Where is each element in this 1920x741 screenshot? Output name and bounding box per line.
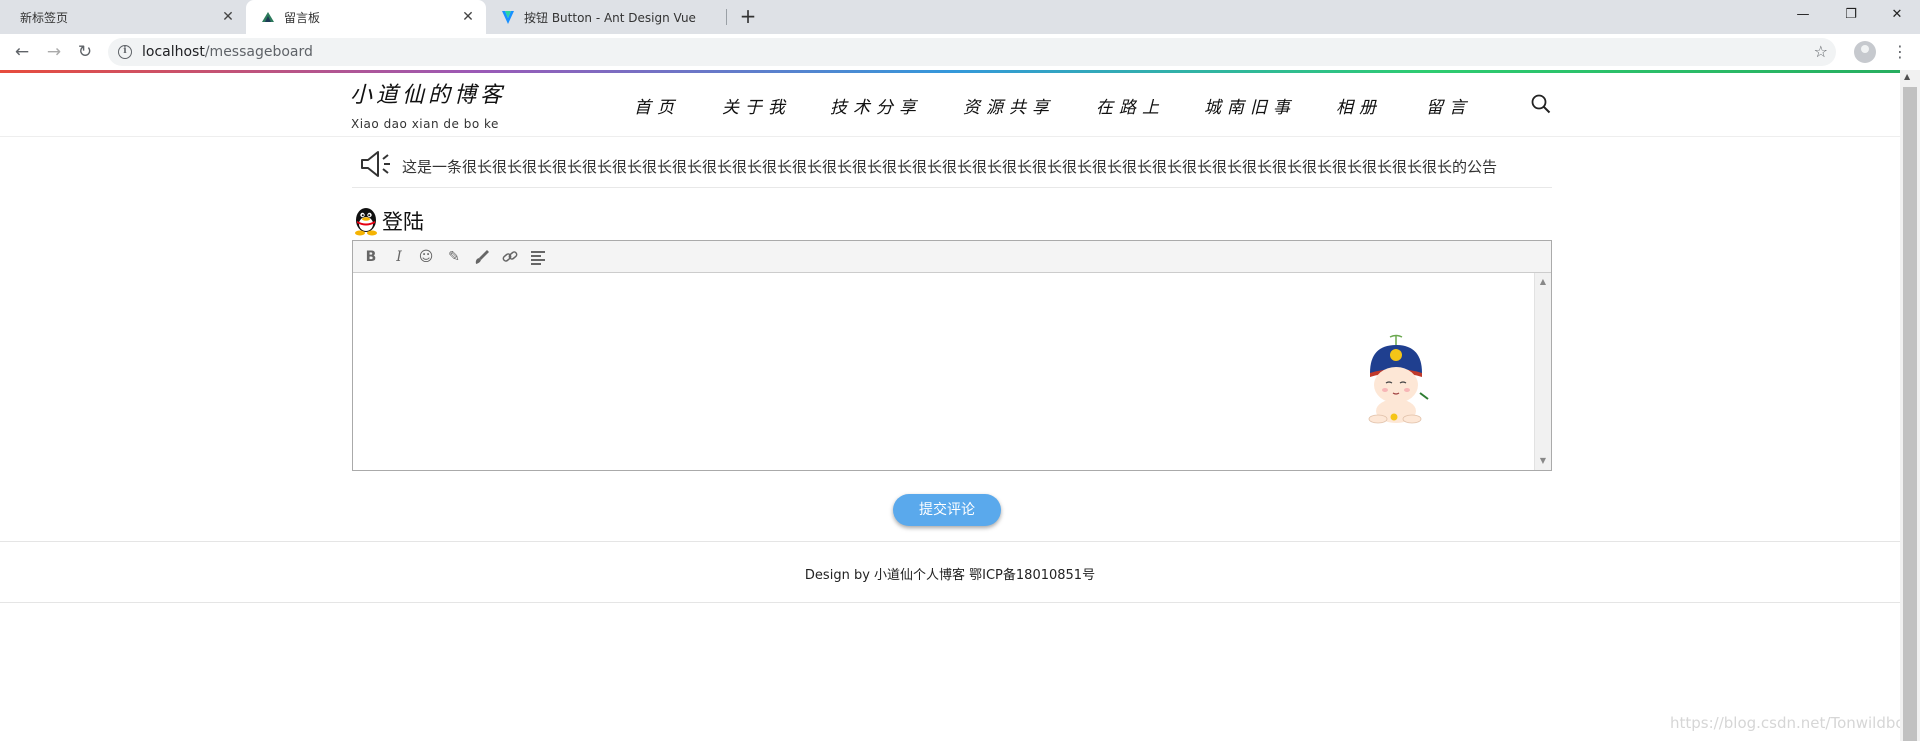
nav-item-old-stories[interactable]: 城南旧事 bbox=[1204, 93, 1296, 118]
site-logo-title[interactable]: 小道仙的博客 bbox=[350, 77, 506, 109]
new-tab-button[interactable]: + bbox=[736, 5, 760, 29]
profile-avatar-icon[interactable] bbox=[1854, 41, 1876, 63]
speaker-icon bbox=[361, 151, 390, 177]
tab-ant-design[interactable]: 按钮 Button - Ant Design Vue bbox=[486, 0, 726, 34]
site-header: 小道仙的博客 Xiao dao xian de bo ke 首页 关于我 技术分… bbox=[0, 73, 1900, 137]
restore-button[interactable]: ❐ bbox=[1828, 0, 1874, 30]
link-icon[interactable] bbox=[500, 248, 520, 266]
minimize-button[interactable]: — bbox=[1780, 0, 1826, 30]
submit-comment-button[interactable]: 提交评论 bbox=[893, 494, 1001, 526]
nav-item-about[interactable]: 关于我 bbox=[722, 93, 791, 118]
tab-title: 新标签页 bbox=[20, 10, 69, 25]
bold-button[interactable]: B bbox=[361, 248, 381, 266]
site-info-icon[interactable]: i bbox=[118, 45, 132, 59]
url-text: localhost/messageboard bbox=[142, 44, 313, 60]
tab-title: 留言板 bbox=[284, 10, 321, 25]
announcement-text: 这是一条很长很长很长很长很长很长很长很长很长很长很长很长很长很长很长很长很长很长… bbox=[402, 158, 1498, 176]
scroll-down-arrow-icon[interactable]: ▼ bbox=[1535, 454, 1551, 468]
antdv-favicon-icon bbox=[502, 11, 514, 24]
nav-item-tech[interactable]: 技术分享 bbox=[830, 93, 922, 118]
editor-toolbar: B I ☺ ✎ bbox=[353, 241, 1551, 273]
vue-favicon-icon bbox=[262, 12, 274, 22]
nav-item-resources[interactable]: 资源共享 bbox=[963, 93, 1055, 118]
page-viewport: 小道仙的博客 Xiao dao xian de bo ke 首页 关于我 技术分… bbox=[0, 70, 1920, 741]
login-label: 登陆 bbox=[382, 210, 424, 234]
nav-item-on-the-road[interactable]: 在路上 bbox=[1096, 93, 1165, 118]
back-button[interactable]: ← bbox=[10, 40, 34, 64]
tab-strip: 新标签页 ✕ 留言板 ✕ 按钮 Button - Ant Design Vue … bbox=[0, 0, 1920, 34]
site-logo-subtitle: Xiao dao xian de bo ke bbox=[351, 117, 499, 131]
italic-button[interactable]: I bbox=[389, 248, 409, 266]
qq-penguin-icon bbox=[355, 208, 377, 236]
forward-button[interactable]: → bbox=[42, 40, 66, 64]
brush-icon[interactable] bbox=[472, 248, 492, 266]
tab-messageboard[interactable]: 留言板 ✕ bbox=[246, 0, 486, 34]
url-path: /messageboard bbox=[204, 44, 313, 60]
footer-text: Design by 小道仙个人博客 鄂ICP备18010851号 bbox=[804, 568, 1096, 583]
tab-separator bbox=[726, 9, 727, 25]
message-editor: B I ☺ ✎ ▲ ▼ bbox=[352, 240, 1552, 471]
site-footer: Design by 小道仙个人博客 鄂ICP备18010851号 bbox=[0, 541, 1900, 603]
watermark-text: https://blog.csdn.net/Tonwildbos bbox=[1670, 714, 1913, 732]
close-tab-icon[interactable]: ✕ bbox=[220, 9, 236, 25]
page-scrollbar-thumb[interactable] bbox=[1903, 87, 1917, 741]
editor-content-area[interactable] bbox=[353, 273, 1533, 470]
url-host: localhost bbox=[142, 44, 205, 60]
close-tab-icon[interactable]: ✕ bbox=[460, 9, 476, 25]
browser-menu-icon[interactable]: ⋮ bbox=[1892, 40, 1908, 64]
scroll-up-arrow-icon[interactable]: ▲ bbox=[1535, 275, 1551, 289]
tab-new-tab[interactable]: 新标签页 ✕ bbox=[0, 0, 246, 34]
login-link[interactable]: 登陆 bbox=[352, 206, 424, 236]
qing-baby-mascot-image bbox=[1368, 334, 1429, 424]
search-icon[interactable] bbox=[1530, 93, 1552, 115]
nav-item-home[interactable]: 首页 bbox=[634, 93, 680, 118]
address-bar-row: ← → ↻ i localhost/messageboard ☆ ⋮ bbox=[0, 34, 1920, 70]
page-scroll-up-arrow-icon[interactable]: ▲ bbox=[1904, 72, 1910, 81]
nav-item-messageboard[interactable]: 留言 bbox=[1426, 93, 1472, 118]
bookmark-star-icon[interactable]: ☆ bbox=[1814, 42, 1828, 61]
reload-button[interactable]: ↻ bbox=[73, 40, 97, 64]
url-input[interactable]: i localhost/messageboard ☆ bbox=[108, 38, 1836, 66]
emoji-icon[interactable]: ☺ bbox=[416, 248, 436, 266]
editor-scrollbar[interactable]: ▲ ▼ bbox=[1534, 273, 1551, 470]
announcement-bar: 这是一条很长很长很长很长很长很长很长很长很长很长很长很长很长很长很长很长很长很长… bbox=[352, 140, 1552, 188]
tab-title: 按钮 Button - Ant Design Vue bbox=[524, 10, 696, 25]
close-window-button[interactable]: ✕ bbox=[1874, 0, 1920, 30]
align-icon[interactable] bbox=[528, 248, 548, 266]
nav-item-album[interactable]: 相册 bbox=[1336, 93, 1382, 118]
highlight-pen-icon[interactable]: ✎ bbox=[444, 248, 464, 266]
page-scrollbar[interactable]: ▲ bbox=[1900, 70, 1920, 741]
